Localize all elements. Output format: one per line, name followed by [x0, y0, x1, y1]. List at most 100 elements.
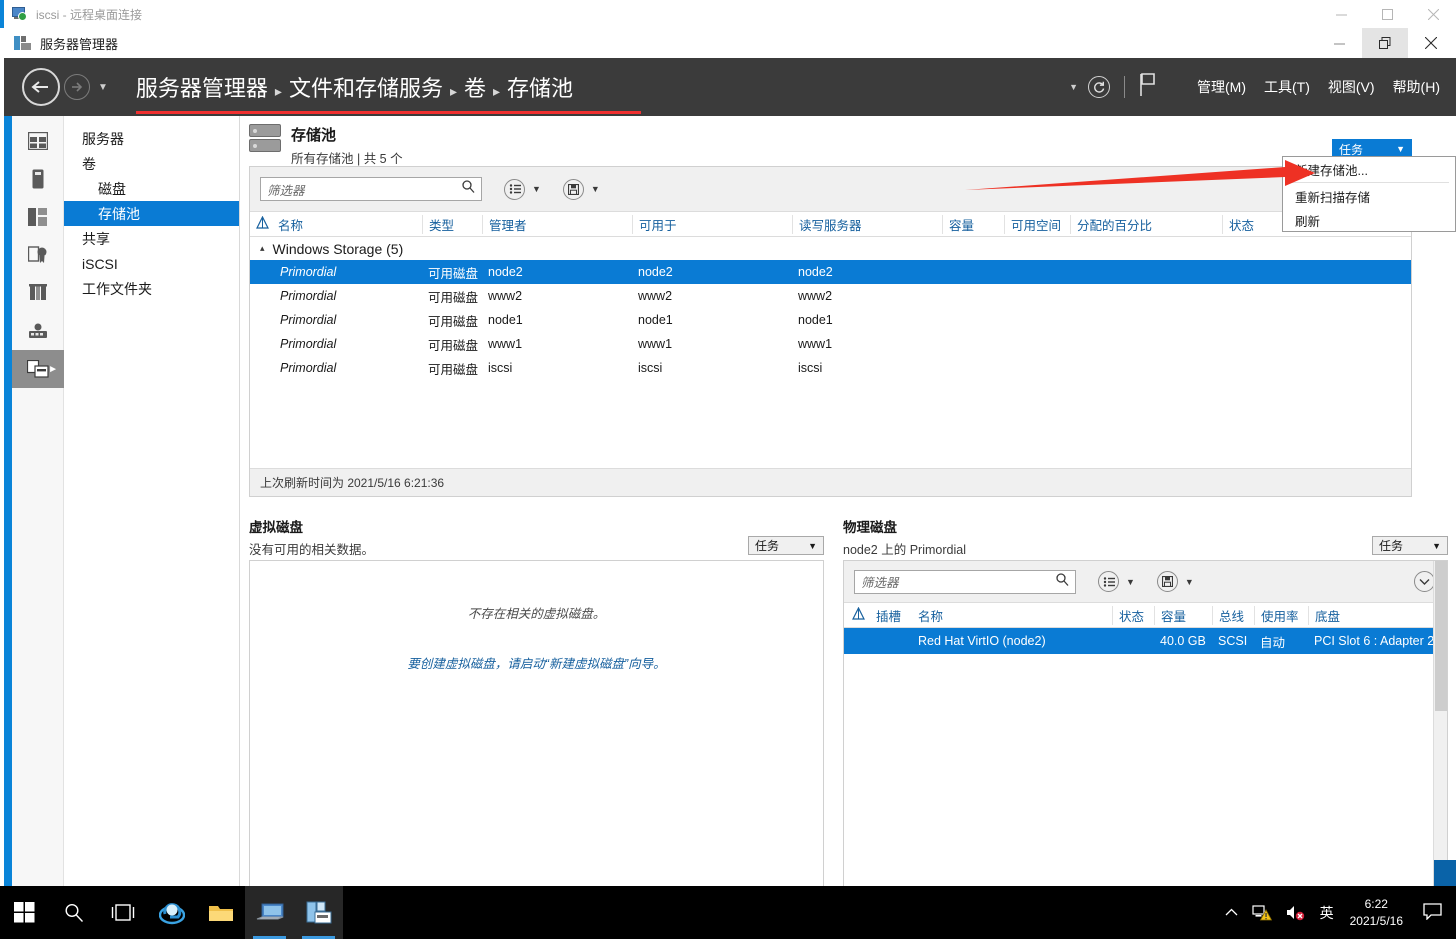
menu-separator — [1289, 182, 1449, 183]
physical-disks-filter-input[interactable]: 筛选器 — [854, 569, 1076, 594]
menu-item-new-storage-pool[interactable]: 新建存储池... — [1283, 157, 1455, 181]
column-header-capacity[interactable]: 容量 — [942, 214, 1004, 234]
menu-manage[interactable]: 管理(M) — [1197, 77, 1246, 97]
column-header-available-to[interactable]: 可用于 — [632, 214, 792, 234]
sidebar-item-volumes[interactable]: 卷 — [64, 151, 239, 176]
menu-tools[interactable]: 工具(T) — [1264, 77, 1310, 97]
task-view-button[interactable] — [98, 886, 147, 939]
search-icon[interactable] — [1056, 572, 1069, 591]
warning-column-icon[interactable] — [250, 216, 272, 232]
menu-view[interactable]: 视图(V) — [1328, 77, 1375, 97]
scrollbar-thumb[interactable] — [1435, 561, 1447, 711]
menu-help[interactable]: 帮助(H) — [1393, 77, 1440, 97]
virtual-disks-empty-message: 不存在相关的虚拟磁盘。 — [467, 607, 606, 621]
sidebar-item-disks[interactable]: 磁盘 — [64, 176, 239, 201]
column-header-free-space[interactable]: 可用空间 — [1004, 214, 1070, 234]
file-explorer-button[interactable] — [196, 886, 245, 939]
storage-pools-view-button[interactable]: ▼ — [504, 178, 541, 200]
sidebar-item-work-folders[interactable]: 工作文件夹 — [64, 276, 239, 301]
rdp-minimize-button[interactable] — [1318, 0, 1364, 28]
notifications-flag-icon[interactable] — [1139, 72, 1157, 102]
column-header-capacity[interactable]: 容量 — [1154, 605, 1212, 625]
table-row[interactable]: Red Hat VirtIO (node2) 40.0 GB SCSI 自动 P… — [844, 628, 1447, 654]
server-manager-button[interactable] — [294, 886, 343, 939]
chevron-down-icon: ▼ — [808, 540, 817, 551]
physical-disks-view-button[interactable]: ▼ — [1098, 571, 1135, 592]
virtual-disks-hint-link[interactable]: 要创建虚拟磁盘，请启动“新建虚拟磁盘”向导。 — [250, 653, 823, 672]
column-header-manager[interactable]: 管理者 — [482, 214, 632, 234]
rdp-close-button[interactable] — [1410, 0, 1456, 28]
breadcrumb-item-2[interactable]: 卷 — [464, 71, 486, 103]
chevron-down-icon[interactable]: ▼ — [1126, 577, 1135, 587]
file-storage-services-icon[interactable]: ► — [12, 350, 64, 388]
table-row[interactable]: Primordial 可用磁盘 node2 node2 node2 — [250, 260, 1411, 284]
chevron-down-icon[interactable]: ▼ — [1185, 577, 1194, 587]
column-header-name[interactable]: 名称 — [912, 606, 1112, 625]
column-header-status[interactable]: 状态 — [1112, 605, 1154, 625]
column-header-allocated-percent[interactable]: 分配的百分比 — [1070, 214, 1222, 234]
search-icon[interactable] — [462, 180, 475, 198]
group-collapse-triangle-icon[interactable]: ▴ — [260, 243, 265, 254]
ad-ds-icon[interactable] — [12, 236, 64, 274]
sidebar-item-shares[interactable]: 共享 — [64, 226, 239, 251]
sm-restore-button[interactable] — [1362, 28, 1408, 58]
table-row[interactable]: Primordial 可用磁盘 node1 node1 node1 — [250, 308, 1411, 332]
breadcrumb-item-3[interactable]: 存储池 — [507, 71, 573, 103]
cell-rw-server: node2 — [798, 265, 833, 279]
taskbar-clock[interactable]: 6:22 2021/5/16 — [1350, 896, 1403, 928]
table-row[interactable]: Primordial 可用磁盘 www1 www1 www1 — [250, 332, 1411, 356]
rail-expand-chevron-right-icon[interactable]: ► — [48, 364, 58, 375]
menu-item-rescan-storage[interactable]: 重新扫描存储 — [1283, 184, 1455, 208]
breadcrumb-item-1[interactable]: 文件和存储服务 — [289, 71, 443, 103]
table-row[interactable]: Primordial 可用磁盘 iscsi iscsi iscsi — [250, 356, 1411, 380]
network-warning-icon[interactable] — [1252, 904, 1272, 921]
table-group-row[interactable]: ▴ Windows Storage (5) — [250, 237, 1411, 260]
local-server-icon[interactable] — [12, 160, 64, 198]
virtual-disks-tasks-button[interactable]: 任务 ▼ — [748, 536, 824, 555]
chevron-up-icon[interactable] — [1225, 908, 1238, 917]
back-arrow-icon[interactable] — [22, 68, 60, 106]
breadcrumb-item-0[interactable]: 服务器管理器 — [136, 71, 268, 103]
column-header-usage[interactable]: 使用率 — [1254, 605, 1308, 625]
warning-column-icon[interactable] — [844, 607, 870, 623]
file-services-group-icon[interactable] — [12, 312, 64, 350]
start-button[interactable] — [0, 886, 49, 939]
search-button[interactable] — [49, 886, 98, 939]
rdp-maximize-button[interactable] — [1364, 0, 1410, 28]
cell-manager: www2 — [488, 289, 523, 303]
chevron-down-icon[interactable]: ▼ — [591, 184, 600, 194]
sm-close-button[interactable] — [1408, 28, 1454, 58]
column-header-chassis[interactable]: 底盘 — [1308, 605, 1438, 625]
breadcrumb-separator: ▸ — [493, 83, 501, 99]
internet-explorer-button[interactable] — [147, 886, 196, 939]
remote-desktop-button[interactable] — [245, 886, 294, 939]
storage-pools-save-view-button[interactable]: ▼ — [562, 178, 600, 200]
sidebar-item-servers[interactable]: 服务器 — [64, 126, 239, 151]
column-header-name[interactable]: 名称 — [272, 215, 422, 234]
storage-pools-panel: 筛选器 ▼ ▼ 名称 类型 管理者 可用于 读写服务器 容量 可用空间 分配的百… — [249, 166, 1412, 497]
nav-history-dropdown-icon[interactable]: ▼ — [98, 82, 108, 93]
volume-muted-icon[interactable] — [1286, 904, 1306, 921]
refresh-icon[interactable] — [1088, 76, 1110, 98]
sidebar-item-iscsi[interactable]: iSCSI — [64, 251, 239, 276]
physical-disks-save-view-button[interactable]: ▼ — [1156, 571, 1194, 592]
ime-language-indicator[interactable]: 英 — [1320, 903, 1334, 923]
storage-pools-filter-input[interactable]: 筛选器 — [260, 177, 482, 201]
dns-icon[interactable] — [12, 274, 64, 312]
sm-minimize-button[interactable] — [1316, 28, 1362, 58]
action-center-icon[interactable] — [1423, 902, 1442, 923]
chevron-down-circle-icon[interactable] — [1414, 571, 1435, 592]
column-header-type[interactable]: 类型 — [422, 214, 482, 234]
column-header-bus[interactable]: 总线 — [1212, 605, 1254, 625]
physical-disks-tasks-button[interactable]: 任务 ▼ — [1372, 536, 1448, 555]
table-row[interactable]: Primordial 可用磁盘 www2 www2 www2 — [250, 284, 1411, 308]
all-servers-icon[interactable] — [12, 198, 64, 236]
forward-arrow-icon[interactable] — [64, 74, 90, 100]
sidebar-item-storage-pools[interactable]: 存储池 — [64, 201, 239, 226]
chevron-down-icon[interactable]: ▼ — [532, 184, 541, 194]
header-overflow-chevron-down-icon[interactable]: ▼ — [1069, 82, 1078, 92]
dashboard-icon[interactable] — [12, 122, 64, 160]
column-header-slot[interactable]: 插槽 — [870, 606, 912, 625]
column-header-rw-server[interactable]: 读写服务器 — [792, 214, 942, 234]
menu-item-refresh[interactable]: 刷新 — [1283, 208, 1455, 232]
